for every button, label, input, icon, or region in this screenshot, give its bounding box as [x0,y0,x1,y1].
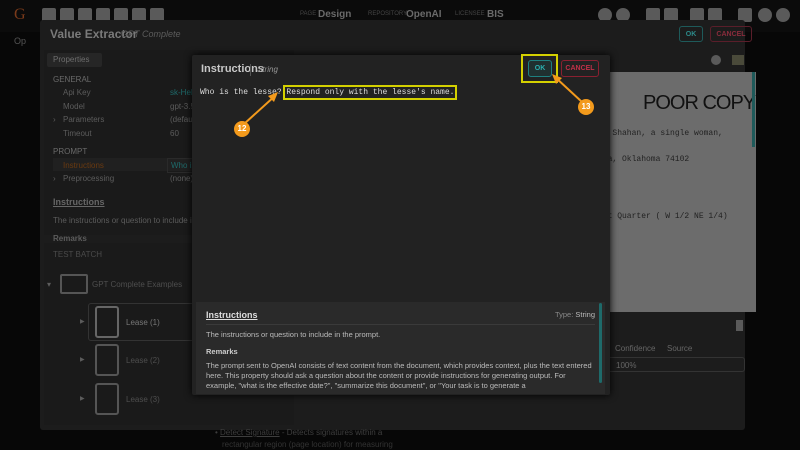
help-description: The instructions or question to include … [206,330,381,339]
help-scrollbar[interactable] [599,303,602,383]
remarks-text: The prompt sent to OpenAI consists of te… [206,361,592,391]
help-panel: Instructions Type: String The instructio… [196,302,605,394]
help-title: Instructions [206,310,258,320]
type-label: Type: [554,310,574,319]
type-value: String [575,310,595,319]
arrow-12 [243,94,277,125]
remarks-title: Remarks [206,347,238,356]
